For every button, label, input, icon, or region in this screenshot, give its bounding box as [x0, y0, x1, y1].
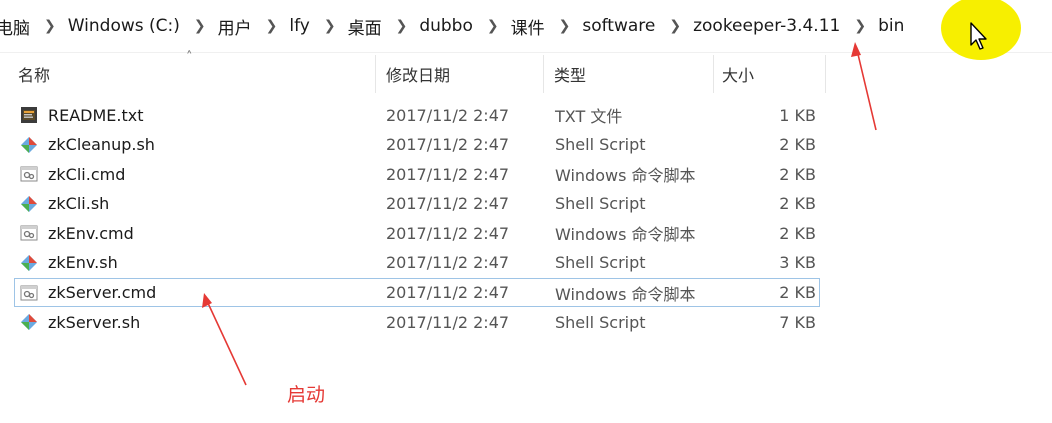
breadcrumb-item-dubbo[interactable]: dubbo [419, 16, 473, 36]
file-row[interactable]: zkEnv.cmd 2017/11/2 2:47 Windows 命令脚本 2 … [14, 218, 820, 248]
file-name[interactable]: zkEnv.cmd [48, 219, 134, 247]
file-type: Shell Script [555, 135, 646, 155]
file-size: 7 KB [779, 312, 816, 332]
file-row[interactable]: README.txt 2017/11/2 2:47 TXT 文件 1 KB [14, 100, 820, 130]
column-header-size[interactable]: 大小 [714, 55, 826, 93]
file-list: README.txt 2017/11/2 2:47 TXT 文件 1 KB zk… [14, 100, 820, 337]
file-name[interactable]: zkEnv.sh [48, 249, 118, 277]
breadcrumb: 电脑 ❯ Windows (C:) ❯ 用户 ❯ lfy ❯ 桌面 ❯ dubb… [0, 0, 1052, 53]
file-name[interactable]: zkServer.cmd [48, 279, 156, 307]
column-header-type[interactable]: 类型 [544, 55, 714, 93]
file-name[interactable]: zkCli.cmd [48, 160, 125, 188]
file-date: 2017/11/2 2:47 [386, 253, 510, 273]
file-row[interactable]: zkEnv.sh 2017/11/2 2:47 Shell Script 3 K… [14, 248, 820, 278]
file-size: 2 KB [779, 164, 816, 184]
shell-script-icon [19, 131, 39, 159]
chevron-right-icon[interactable]: ❯ [266, 18, 278, 34]
cmd-file-icon [19, 160, 39, 188]
file-size: 2 KB [779, 283, 816, 303]
mouse-pointer-icon [970, 22, 987, 50]
file-size: 2 KB [779, 223, 816, 243]
text-file-icon [19, 101, 39, 129]
breadcrumb-item-courseware[interactable]: 课件 [511, 14, 545, 39]
chevron-right-icon[interactable]: ❯ [487, 18, 499, 34]
breadcrumb-item-computer[interactable]: 电脑 [0, 14, 30, 39]
chevron-right-icon[interactable]: ❯ [396, 18, 408, 34]
chevron-right-icon[interactable]: ❯ [324, 18, 336, 34]
file-date: 2017/11/2 2:47 [386, 312, 510, 332]
column-header-name[interactable]: 名称 [0, 55, 376, 93]
file-date: 2017/11/2 2:47 [386, 105, 510, 125]
breadcrumb-item-bin[interactable]: bin [878, 16, 904, 36]
breadcrumb-item-windows-c[interactable]: Windows (C:) [68, 16, 180, 36]
breadcrumb-item-lfy[interactable]: lfy [289, 16, 309, 36]
file-date: 2017/11/2 2:47 [386, 135, 510, 155]
shell-script-icon [19, 249, 39, 277]
file-name[interactable]: zkServer.sh [48, 308, 140, 336]
column-header-date[interactable]: 修改日期 [376, 55, 544, 93]
breadcrumb-item-users[interactable]: 用户 [218, 14, 252, 39]
file-row[interactable]: zkCli.sh 2017/11/2 2:47 Shell Script 2 K… [14, 189, 820, 219]
file-date: 2017/11/2 2:47 [386, 223, 510, 243]
shell-script-icon [19, 308, 39, 336]
file-name[interactable]: zkCleanup.sh [48, 131, 155, 159]
file-date: 2017/11/2 2:47 [386, 283, 510, 303]
chevron-right-icon[interactable]: ❯ [44, 18, 56, 34]
chevron-right-icon[interactable]: ❯ [854, 18, 866, 34]
file-name[interactable]: zkCli.sh [48, 190, 109, 218]
chevron-right-icon[interactable]: ❯ [669, 18, 681, 34]
file-type: Shell Script [555, 194, 646, 214]
file-type: Windows 命令脚本 [555, 225, 696, 245]
file-row[interactable]: zkCleanup.sh 2017/11/2 2:47 Shell Script… [14, 130, 820, 160]
file-type: Windows 命令脚本 [555, 166, 696, 186]
file-type: Shell Script [555, 312, 646, 332]
file-date: 2017/11/2 2:47 [386, 164, 510, 184]
file-type: Shell Script [555, 253, 646, 273]
chevron-right-icon[interactable]: ❯ [559, 18, 571, 34]
file-size: 2 KB [779, 194, 816, 214]
shell-script-icon [19, 190, 39, 218]
cmd-file-icon [19, 219, 39, 247]
file-row[interactable]: zkCli.cmd 2017/11/2 2:47 Windows 命令脚本 2 … [14, 159, 820, 189]
annotation-label: 启动 [287, 384, 326, 406]
file-row-selected[interactable]: zkServer.cmd 2017/11/2 2:47 Windows 命令脚本… [14, 277, 820, 308]
breadcrumb-item-software[interactable]: software [582, 16, 655, 36]
file-date: 2017/11/2 2:47 [386, 194, 510, 214]
chevron-right-icon[interactable]: ❯ [194, 18, 206, 34]
breadcrumb-item-zookeeper[interactable]: zookeeper-3.4.11 [693, 16, 840, 36]
file-type: Windows 命令脚本 [555, 284, 696, 304]
file-size: 3 KB [779, 253, 816, 273]
file-size: 1 KB [779, 105, 816, 125]
cmd-file-icon [19, 279, 39, 307]
file-row[interactable]: zkServer.sh 2017/11/2 2:47 Shell Script … [14, 307, 820, 337]
file-name[interactable]: README.txt [48, 101, 144, 129]
breadcrumb-item-desktop[interactable]: 桌面 [348, 14, 382, 39]
column-headers: ˄ 名称 修改日期 类型 大小 [0, 50, 1052, 93]
file-type: TXT 文件 [555, 107, 623, 126]
file-size: 2 KB [779, 135, 816, 155]
